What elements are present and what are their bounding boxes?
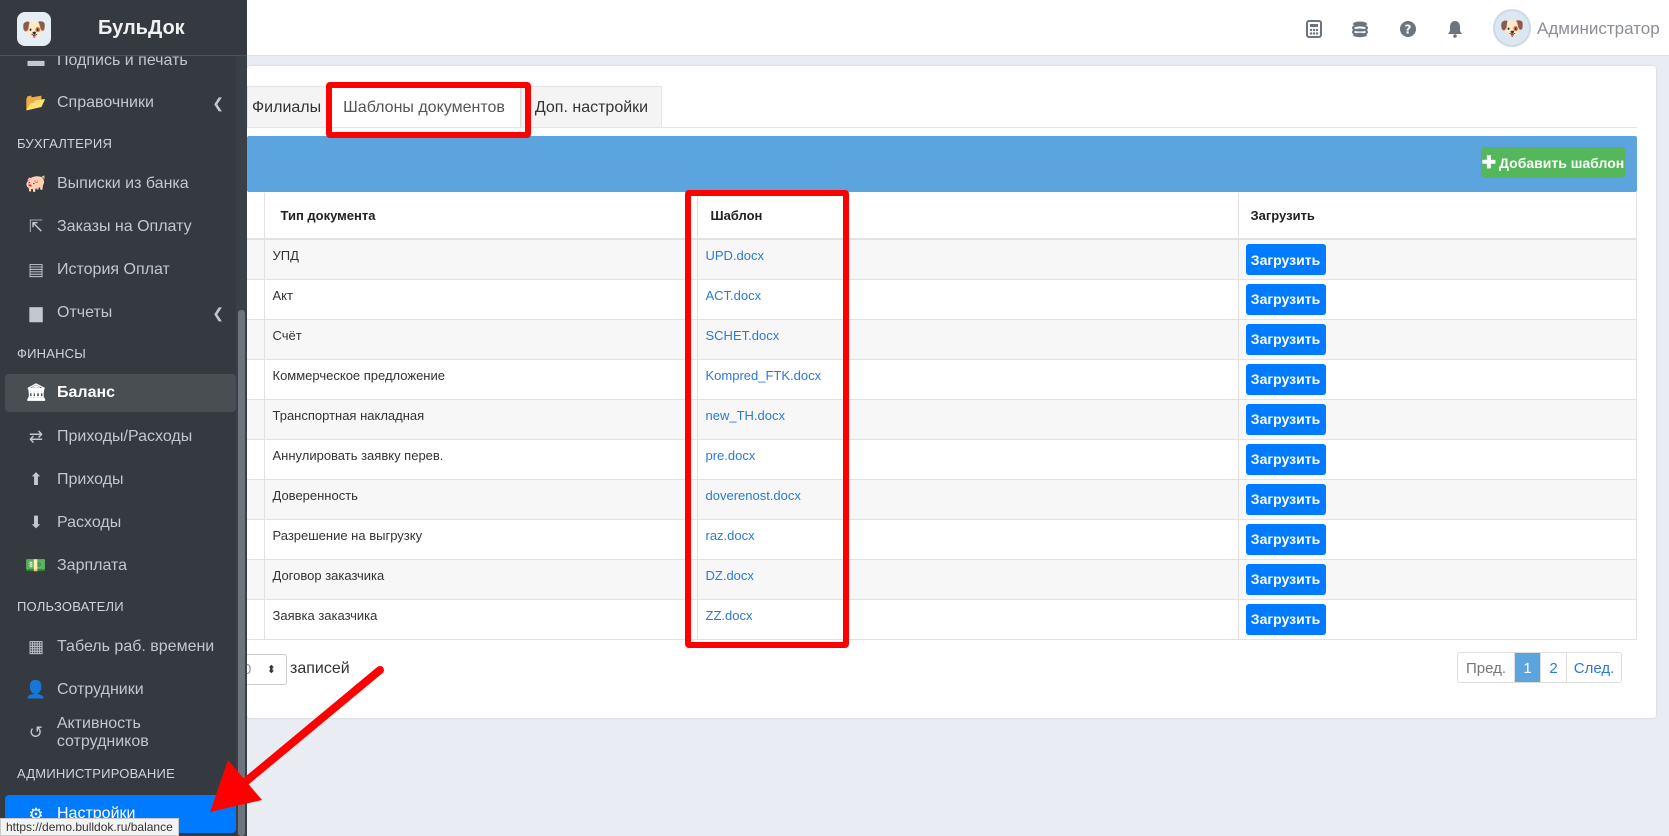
annotation-arrow [210,666,384,812]
brand[interactable]: 🐶 БульДок [0,0,247,56]
bulldog-logo-icon: 🐶 [17,12,51,46]
brand-name: БульДок [98,17,185,39]
status-bar-url: https://demo.bulldok.ru/balance [0,818,179,836]
